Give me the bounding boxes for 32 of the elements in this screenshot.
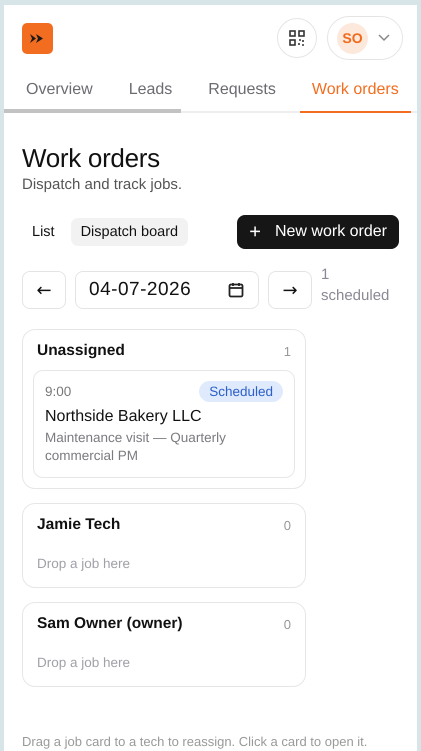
column-name: Sam Owner (owner) [37, 615, 183, 634]
job-time: 9:00 [45, 384, 72, 399]
job-card[interactable]: 9:00 Scheduled Northside Bakery LLC Maintenance visit — Quarterly commercial PM [33, 370, 295, 478]
column-count: 0 [284, 518, 291, 533]
page-subtitle: Dispatch and track jobs. [22, 176, 184, 193]
scrollbar-thumb[interactable] [4, 109, 181, 113]
page-title: Work orders [22, 143, 161, 174]
customer-name: Northside Bakery LLC [45, 408, 203, 426]
logo-icon [22, 22, 53, 54]
nav-tab[interactable]: Overview [14, 75, 105, 113]
calendar-icon [228, 282, 244, 298]
column-name: Unassigned [37, 342, 125, 360]
drop-hint: Drop a job here [36, 654, 132, 672]
job-description: Maintenance visit — Quarterly commercial PM [45, 429, 227, 466]
scheduled-count: 1 scheduled [321, 265, 390, 306]
nav-tab[interactable]: Requests [196, 75, 288, 113]
view-toggle[interactable]: List [22, 218, 65, 246]
next-day-button[interactable]: → [268, 271, 312, 309]
view-toggle[interactable]: Dispatch board [70, 218, 188, 246]
status-badge: Scheduled [199, 381, 283, 402]
nav-tab[interactable]: Leads [116, 75, 184, 113]
column-name: Jamie Tech [37, 516, 120, 534]
previous-day-button[interactable]: ← [22, 271, 66, 309]
column-count: 1 [284, 344, 291, 358]
chevron-down-icon [378, 34, 390, 42]
qr-code-button[interactable] [277, 18, 317, 58]
column-count: 0 [284, 616, 291, 632]
date-field[interactable]: 04-07-2026 [75, 271, 259, 309]
qr-code-icon [289, 30, 305, 46]
drop-hint: Drop a job here [36, 555, 132, 574]
board-hint: Drag a job card to a tech to reassign. Click a card to open it. [22, 734, 368, 751]
new-work-order-button[interactable]: + New work order [237, 215, 399, 249]
